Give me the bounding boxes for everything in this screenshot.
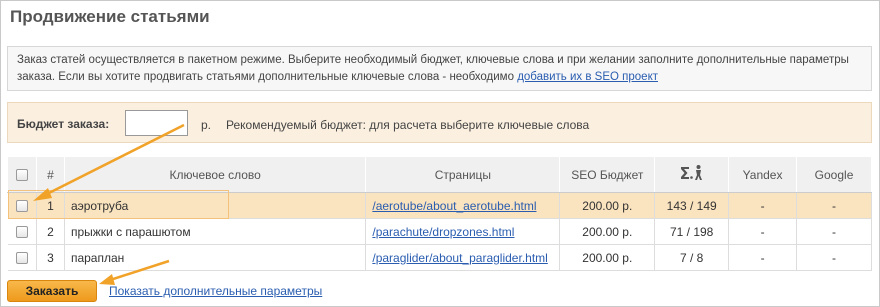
budget-recommendation: Рекомендуемый бюджет: для расчета выбери… bbox=[226, 118, 590, 132]
header-seo-budget: SEO Бюджет bbox=[559, 156, 656, 193]
keywords-table: # Ключевое слово Страницы SEO Бюджет Yan… bbox=[7, 156, 872, 271]
order-button[interactable]: Заказать bbox=[7, 280, 97, 302]
row-num: 1 bbox=[36, 192, 65, 219]
header-yandex: Yandex bbox=[728, 156, 798, 193]
page-title: Продвижение статьями bbox=[10, 7, 210, 26]
row-num: 3 bbox=[36, 244, 65, 271]
row-page: /paraglider/about_paraglider.html bbox=[365, 244, 561, 271]
row-yandex: - bbox=[728, 192, 798, 219]
row-select[interactable] bbox=[7, 244, 37, 271]
row-google: - bbox=[796, 192, 872, 219]
row-sum: 143 / 149 bbox=[654, 192, 730, 219]
row-page: /aerotube/about_aerotube.html bbox=[365, 192, 561, 219]
table-row: 3 параплан /paraglider/about_paraglider.… bbox=[7, 244, 872, 271]
add-to-seo-project-link[interactable]: добавить их в SEO проект bbox=[517, 71, 658, 83]
header-pages: Страницы bbox=[365, 156, 561, 193]
row-page: /parachute/dropzones.html bbox=[365, 218, 561, 245]
budget-unit: р. bbox=[201, 118, 212, 132]
header-num: # bbox=[35, 156, 65, 193]
row-google: - bbox=[796, 218, 872, 245]
row-checkbox[interactable] bbox=[15, 200, 28, 213]
budget-box: Бюджет заказа: р. Рекомендуемый бюджет: … bbox=[7, 102, 872, 143]
table-header-row: # Ключевое слово Страницы SEO Бюджет Yan… bbox=[7, 156, 872, 193]
budget-label: Бюджет заказа: bbox=[17, 117, 110, 131]
row-checkbox[interactable] bbox=[15, 252, 28, 265]
row-sum: 71 / 198 bbox=[654, 218, 730, 245]
row-page-link[interactable]: /aerotube/about_aerotube.html bbox=[372, 199, 536, 213]
row-select[interactable] bbox=[7, 218, 37, 245]
row-select[interactable] bbox=[7, 192, 37, 219]
table-row: 2 прыжки с парашютом /parachute/dropzone… bbox=[7, 218, 872, 245]
info-box: Заказ статей осуществляется в пакетном р… bbox=[7, 46, 872, 91]
sigma-person-icon bbox=[680, 165, 702, 180]
row-yandex: - bbox=[728, 218, 798, 245]
page-frame: Продвижение статьями Заказ статей осущес… bbox=[0, 0, 880, 307]
header-select-all[interactable] bbox=[7, 156, 37, 193]
row-budget: 200.00 р. bbox=[559, 218, 656, 245]
header-sum bbox=[654, 156, 730, 193]
select-all-checkbox[interactable] bbox=[15, 169, 28, 182]
budget-input[interactable] bbox=[125, 110, 188, 136]
row-yandex: - bbox=[728, 244, 798, 271]
row-page-link[interactable]: /parachute/dropzones.html bbox=[372, 225, 514, 239]
info-text: Заказ статей осуществляется в пакетном р… bbox=[17, 54, 849, 83]
row-num: 2 bbox=[36, 218, 65, 245]
table-row: 1 аэротруба /aerotube/about_aerotube.htm… bbox=[7, 192, 872, 219]
row-keyword: прыжки с парашютом bbox=[64, 218, 367, 245]
header-google: Google bbox=[796, 156, 872, 193]
row-checkbox[interactable] bbox=[15, 226, 28, 239]
row-budget: 200.00 р. bbox=[559, 244, 656, 271]
row-budget: 200.00 р. bbox=[559, 192, 656, 219]
row-google: - bbox=[796, 244, 872, 271]
show-more-params-link[interactable]: Показать дополнительные параметры bbox=[109, 284, 322, 298]
header-keyword: Ключевое слово bbox=[63, 156, 367, 193]
row-keyword: аэротруба bbox=[64, 192, 367, 219]
row-sum: 7 / 8 bbox=[654, 244, 730, 271]
row-page-link[interactable]: /paraglider/about_paraglider.html bbox=[372, 251, 547, 265]
row-keyword: параплан bbox=[64, 244, 367, 271]
